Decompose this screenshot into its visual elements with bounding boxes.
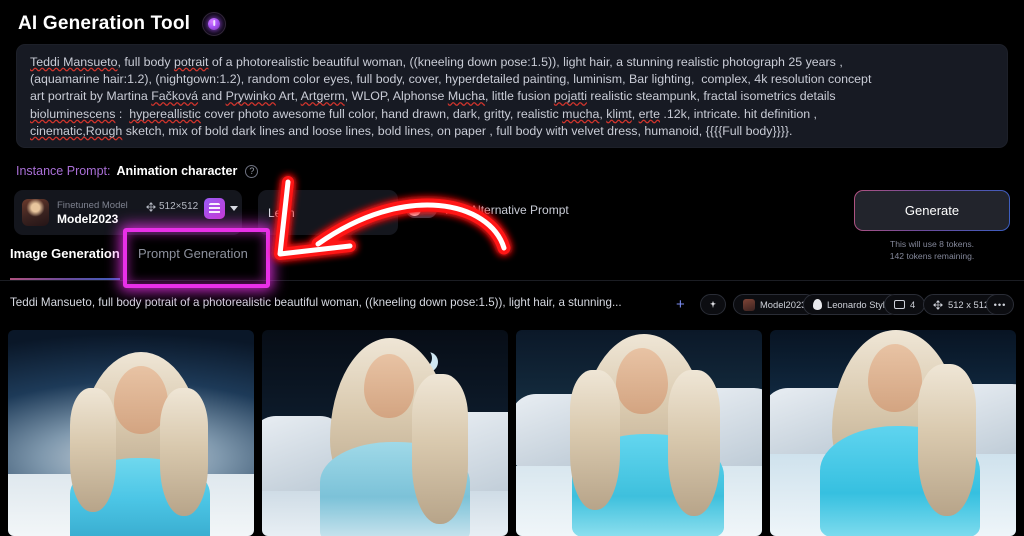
prompt-token: klimt bbox=[606, 106, 632, 121]
toggle-knob bbox=[408, 203, 421, 216]
prompt-token: pojatti bbox=[553, 89, 587, 104]
alternative-prompt-toggle[interactable] bbox=[406, 201, 437, 218]
style-chip-label: Leonardo Style bbox=[827, 299, 891, 310]
alternative-prompt-toggle-row[interactable]: Add Alternative Prompt bbox=[406, 201, 569, 218]
model-kind-label: Finetuned Model bbox=[57, 199, 128, 211]
count-chip[interactable]: 4 bbox=[884, 294, 926, 315]
model-dimensions: 512×512 bbox=[146, 201, 198, 212]
instance-prompt-row: Instance Prompt: Animation character ? bbox=[16, 164, 259, 178]
prompt-token: bioluminescens bbox=[30, 106, 116, 121]
prompt-token: cinematic,Rough bbox=[30, 123, 123, 138]
prompt-token: , little fusion bbox=[485, 89, 554, 104]
model-chip-label: Model2023 bbox=[760, 299, 807, 310]
prompt-token: erte bbox=[638, 106, 660, 121]
prompt-token: hypereallistic bbox=[129, 106, 201, 121]
plus-icon[interactable]: + bbox=[676, 296, 685, 313]
tab-image-generation[interactable]: Image Generation bbox=[10, 246, 120, 280]
prompt-text: Teddi Mansueto, full body potrait of a p… bbox=[30, 54, 995, 140]
prompt-token: Artgerm bbox=[300, 89, 345, 104]
chevron-down-icon[interactable] bbox=[382, 209, 390, 214]
prompt-token: .12k, intricate. hit definition , bbox=[659, 106, 817, 121]
model-thumbnail-icon bbox=[743, 298, 755, 311]
alternative-prompt-label: Add Alternative Prompt bbox=[446, 202, 569, 217]
gallery-item-4[interactable] bbox=[770, 330, 1016, 536]
gallery-item-3[interactable] bbox=[516, 330, 762, 536]
style-selector-label: Leon bbox=[268, 205, 295, 220]
model-name-label: Model2023 bbox=[57, 211, 119, 226]
images-icon bbox=[894, 300, 905, 309]
chevron-down-icon[interactable] bbox=[230, 206, 238, 211]
app-header: AI Generation Tool bbox=[18, 12, 227, 36]
instance-prompt-label: Instance Prompt: bbox=[16, 164, 111, 178]
generated-image-2 bbox=[262, 330, 508, 536]
prompt-token: of a photorealistic beautiful woman, ((k… bbox=[208, 55, 843, 69]
generate-button[interactable]: Generate bbox=[854, 190, 1010, 231]
count-chip-label: 4 bbox=[910, 299, 916, 310]
prompt-input[interactable]: Teddi Mansueto, full body potrait of a p… bbox=[16, 44, 1008, 148]
instance-prompt-value: Animation character bbox=[116, 164, 238, 178]
generated-image-1 bbox=[8, 330, 254, 536]
prompt-token: (aquamarine hair:1.2), (nightgown:1.2), … bbox=[30, 72, 872, 87]
prompt-token: , WLOP, Alphonse bbox=[344, 89, 448, 104]
prompt-generation-tab-highlight bbox=[123, 228, 270, 288]
prompt-token: , full body bbox=[117, 55, 174, 69]
prompt-token: Prywinko bbox=[225, 89, 276, 104]
question-mark-icon[interactable]: ? bbox=[245, 164, 259, 178]
prompt-token: art portrait by Martina bbox=[30, 89, 152, 104]
gallery-item-2[interactable] bbox=[262, 330, 508, 536]
resize-arrows-icon bbox=[933, 299, 943, 310]
gallery-item-1[interactable] bbox=[8, 330, 254, 536]
generated-image-4 bbox=[770, 330, 1016, 536]
model-thumbnail-icon bbox=[22, 199, 49, 226]
prompt-token: , bbox=[631, 106, 639, 121]
sparkle-badge-icon[interactable] bbox=[202, 12, 227, 36]
resize-arrows-icon bbox=[146, 201, 156, 212]
droplet-icon bbox=[813, 299, 822, 310]
layers-icon[interactable] bbox=[204, 198, 225, 219]
badge-dot-icon bbox=[208, 18, 221, 30]
prompt-token: sketch, mix of bold dark lines and loose… bbox=[122, 123, 793, 138]
prompt-token: realistic steampunk, fractal isometrics … bbox=[586, 89, 836, 104]
prompt-token: potrait bbox=[173, 55, 209, 69]
more-chip[interactable]: ••• bbox=[986, 294, 1014, 315]
style-selector[interactable]: Leon bbox=[258, 190, 398, 235]
prompt-token: Fačková bbox=[151, 89, 199, 104]
result-prompt-summary[interactable]: Teddi Mansueto, full body potrait of a p… bbox=[10, 296, 650, 309]
model-meta: Finetuned Model Model2023 bbox=[57, 200, 128, 226]
prompt-token: Mucha bbox=[447, 89, 486, 104]
prompt-token: Teddi Mansueto bbox=[30, 55, 118, 69]
prompt-token: Art, bbox=[275, 89, 301, 104]
prompt-token: and bbox=[198, 89, 226, 104]
magic-chip[interactable] bbox=[700, 294, 726, 315]
prompt-token: mucha bbox=[562, 106, 600, 121]
page-title: AI Generation Tool bbox=[18, 13, 191, 34]
result-toolbar: Teddi Mansueto, full body potrait of a p… bbox=[0, 294, 1024, 324]
generated-image-3 bbox=[516, 330, 762, 536]
prompt-token: : bbox=[115, 106, 130, 121]
results-gallery bbox=[8, 330, 1016, 536]
model-dimensions-label: 512×512 bbox=[159, 201, 199, 212]
app-root: AI Generation Tool Teddi Mansueto, full … bbox=[0, 0, 1024, 536]
prompt-token: cover photo awesome full color, hand dra… bbox=[200, 106, 563, 121]
sparkle-icon bbox=[710, 300, 716, 309]
